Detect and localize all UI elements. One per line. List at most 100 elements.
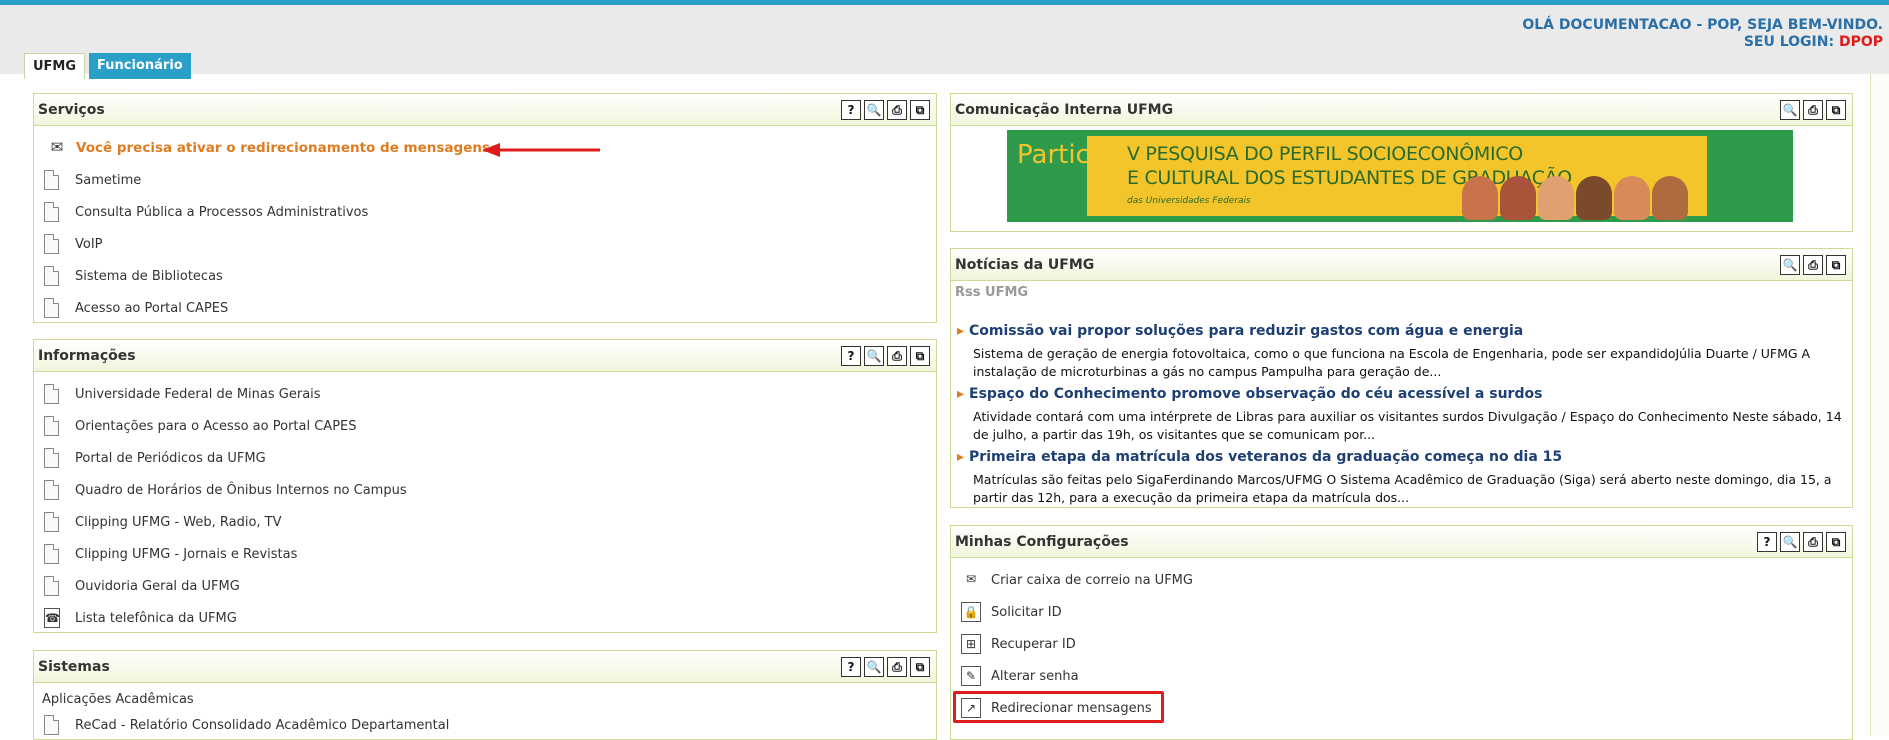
news-headline-link[interactable]: Comissão vai propor soluções para reduzi… [957,323,1523,339]
print-icon[interactable]: ⎙ [887,346,907,366]
list-item[interactable]: Orientações para o Acesso ao Portal CAPE… [44,414,357,438]
document-icon [44,170,59,190]
face-illustration [1500,176,1536,220]
portlet-title: Comunicação Interna UFMG [955,102,1174,118]
recover-icon: ⊞ [961,634,981,654]
portlet-comunicacao: Comunicação Interna UFMG 🔍 ⎙ ⧉ Participe… [950,93,1853,232]
list-item[interactable]: Sistema de Bibliotecas [44,264,223,288]
search-icon[interactable]: 🔍 [1780,100,1800,120]
window-icon[interactable]: ⧉ [1826,100,1846,120]
print-icon[interactable]: ⎙ [1803,255,1823,275]
list-item[interactable]: Clipping UFMG - Jornais e Revistas [44,542,297,566]
document-icon [44,448,59,468]
item-label[interactable]: Sistema de Bibliotecas [75,269,223,284]
item-label[interactable]: Acesso ao Portal CAPES [75,301,228,316]
portlet-header: Serviços ? 🔍 ⎙ ⧉ [34,94,936,126]
portlet-noticias: Notícias da UFMG 🔍 ⎙ ⧉ Rss UFMG Comissão… [950,248,1853,508]
item-label[interactable]: Orientações para o Acesso ao Portal CAPE… [75,419,357,434]
print-icon[interactable]: ⎙ [1803,100,1823,120]
config-label[interactable]: Recuperar ID [991,637,1076,652]
banner-sub: das Universidades Federais [1127,196,1251,206]
tab-funcionario[interactable]: Funcionário [89,53,191,79]
annotation-arrow-icon [482,143,600,157]
news-headline-link[interactable]: Espaço do Conhecimento promove observaçã… [957,386,1542,402]
help-icon[interactable]: ? [841,657,861,677]
config-label[interactable]: Solicitar ID [991,605,1062,620]
item-label[interactable]: Clipping UFMG - Web, Radio, TV [75,515,282,530]
item-label[interactable]: Universidade Federal de Minas Gerais [75,387,321,402]
lock-icon: 🔒 [961,602,981,622]
document-icon [44,416,59,436]
search-icon[interactable]: 🔍 [864,346,884,366]
config-item[interactable]: ✎ Alterar senha [961,664,1079,688]
top-bar: OLÁ DOCUMENTACAO - POP, SEJA BEM-VINDO. … [0,0,1889,79]
print-icon[interactable]: ⎙ [887,100,907,120]
config-item[interactable]: ✉ Criar caixa de correio na UFMG [961,568,1193,592]
portlet-controls: ? 🔍 ⎙ ⧉ [1757,532,1846,552]
window-icon[interactable]: ⧉ [910,100,930,120]
help-icon[interactable]: ? [1757,532,1777,552]
item-label[interactable]: Sametime [75,173,141,188]
list-item[interactable]: Clipping UFMG - Web, Radio, TV [44,510,282,534]
help-icon[interactable]: ? [841,346,861,366]
item-label[interactable]: Clipping UFMG - Jornais e Revistas [75,547,297,562]
right-scroll-gutter [1870,74,1889,736]
banner-illustration [1462,150,1688,220]
document-icon [44,266,59,286]
config-label[interactable]: Alterar senha [991,669,1079,684]
portlet-controls: 🔍 ⎙ ⧉ [1780,255,1846,275]
document-icon [44,384,59,404]
window-icon[interactable]: ⧉ [1826,532,1846,552]
list-item[interactable]: Universidade Federal de Minas Gerais [44,382,321,406]
face-illustration [1462,176,1498,220]
print-icon[interactable]: ⎙ [1803,532,1823,552]
pen-icon: ✎ [961,666,981,686]
item-label[interactable]: Consulta Pública a Processos Administrat… [75,205,368,220]
news-headline-link[interactable]: Primeira etapa da matrícula dos veterano… [957,449,1562,465]
print-icon[interactable]: ⎙ [887,657,907,677]
item-label[interactable]: Portal de Periódicos da UFMG [75,451,266,466]
list-item[interactable]: Acesso ao Portal CAPES [44,296,228,320]
config-item[interactable]: ⊞ Recuperar ID [961,632,1076,656]
list-item[interactable]: Consulta Pública a Processos Administrat… [44,200,368,224]
list-item[interactable]: Ouvidoria Geral da UFMG [44,574,240,598]
window-icon[interactable]: ⧉ [910,346,930,366]
item-label[interactable]: Quadro de Horários de Ônibus Internos no… [75,483,407,498]
list-item[interactable]: ReCad - Relatório Consolidado Acadêmico … [44,713,449,737]
config-label[interactable]: Criar caixa de correio na UFMG [991,573,1193,588]
portlet-controls: ? 🔍 ⎙ ⧉ [841,346,930,366]
login-label: SEU LOGIN: [1743,34,1839,50]
item-label[interactable]: Lista telefônica da UFMG [75,611,237,626]
greeting-text: OLÁ DOCUMENTACAO - POP, SEJA BEM-VINDO. [1522,17,1883,33]
survey-banner[interactable]: Participe da V PESQUISA DO PERFIL SOCIOE… [1007,130,1793,222]
news-summary: Atividade contará com uma intérprete de … [973,409,1842,442]
window-icon[interactable]: ⧉ [910,657,930,677]
document-icon [44,202,59,222]
search-icon[interactable]: 🔍 [1780,532,1800,552]
item-label[interactable]: ReCad - Relatório Consolidado Acadêmico … [75,718,449,733]
list-item[interactable]: ☎ Lista telefônica da UFMG [44,606,237,630]
list-item[interactable]: ✉ Você precisa ativar o redirecionamento… [44,136,490,160]
document-icon [44,298,59,318]
list-item[interactable]: VoIP [44,232,103,256]
face-illustration [1652,176,1688,220]
redirect-warning-link[interactable]: Você precisa ativar o redirecionamento d… [76,140,490,156]
portlet-sistemas: Sistemas ? 🔍 ⎙ ⧉ Aplicações Acadêmicas R… [33,650,937,740]
search-icon[interactable]: 🔍 [864,100,884,120]
help-icon[interactable]: ? [841,100,861,120]
portlet-title: Notícias da UFMG [955,257,1095,273]
search-icon[interactable]: 🔍 [864,657,884,677]
search-icon[interactable]: 🔍 [1780,255,1800,275]
item-label[interactable]: Ouvidoria Geral da UFMG [75,579,240,594]
list-item[interactable]: Portal de Periódicos da UFMG [44,446,266,470]
window-icon[interactable]: ⧉ [1826,255,1846,275]
config-item[interactable]: 🔒 Solicitar ID [961,600,1062,624]
tab-ufmg[interactable]: UFMG [24,53,86,79]
face-illustration [1614,176,1650,220]
list-item[interactable]: Sametime [44,168,141,192]
portlet-servicos: Serviços ? 🔍 ⎙ ⧉ ✉ Você precisa ativar o… [33,93,937,323]
item-label[interactable]: VoIP [75,237,103,252]
list-item[interactable]: Quadro de Horários de Ônibus Internos no… [44,478,407,502]
document-icon [44,480,59,500]
face-illustration [1576,176,1612,220]
